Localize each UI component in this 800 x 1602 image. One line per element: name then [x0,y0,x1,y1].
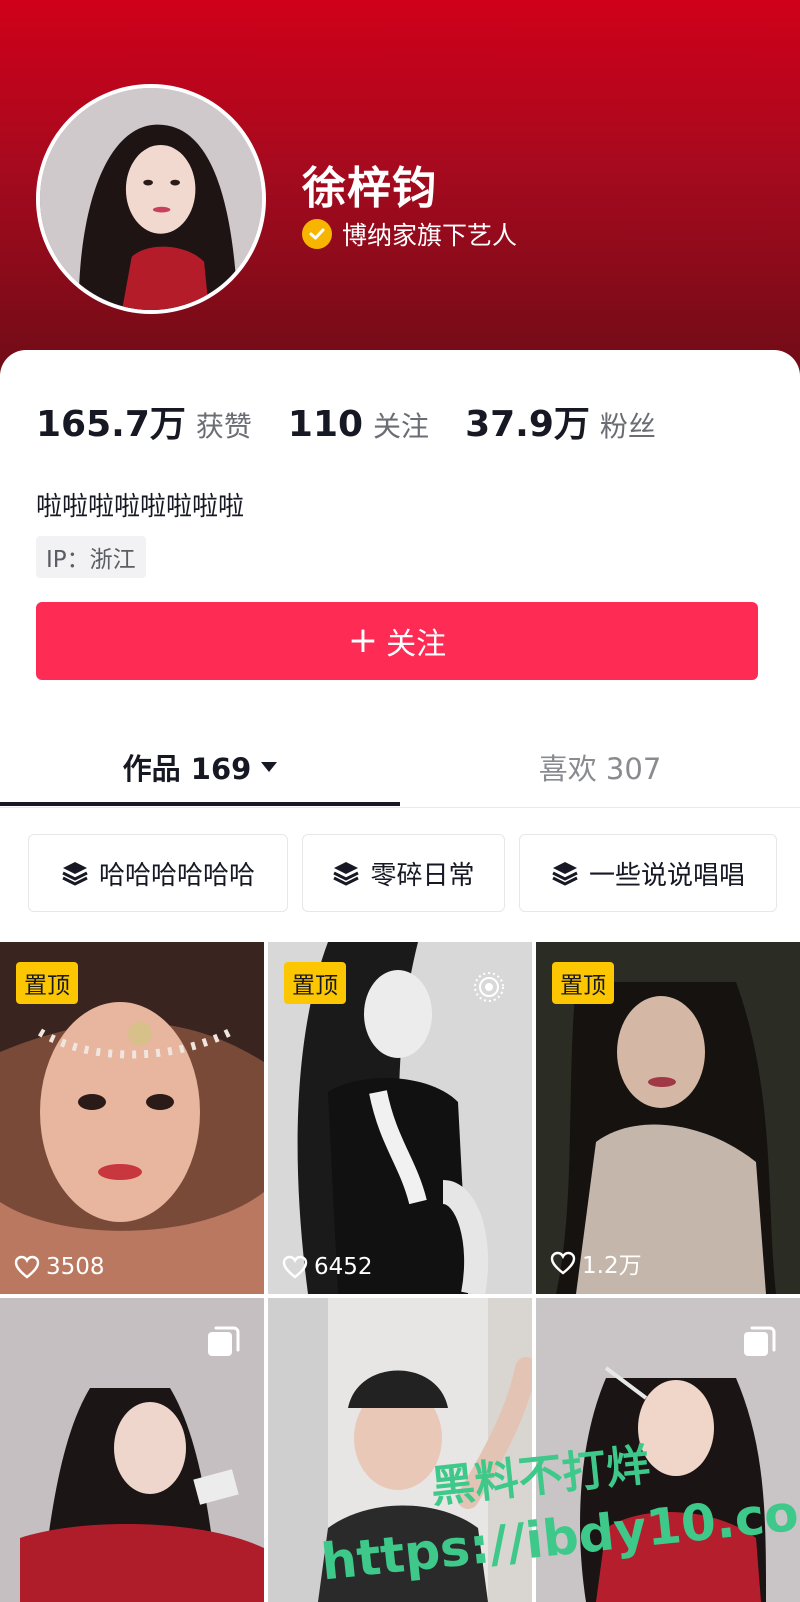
pinned-badge: 置顶 [16,962,78,1004]
tab-likes-label: 喜欢 307 [538,752,662,786]
video-tile[interactable] [0,1298,264,1602]
tab-works-label: 作品 169 [122,752,252,786]
bio-text: 啦啦啦啦啦啦啦啦 [36,492,245,522]
collection-chip[interactable]: 零碎日常 [302,834,505,912]
video-tile[interactable]: 置顶 3508 [0,942,264,1294]
video-tile[interactable]: 置顶 1.2万 [536,942,800,1294]
plus-icon: + [347,620,379,661]
collection-chip[interactable]: 哈哈哈哈哈哈 [28,834,288,912]
caret-down-icon[interactable] [261,762,278,772]
video-likes: 3508 [14,1254,105,1280]
ip-location-tag: IP：浙江 [36,536,146,578]
video-likes: 1.2万 [550,1246,642,1280]
stack-icon [552,862,578,886]
follow-button-label: 关注 [386,627,447,662]
followers-count[interactable]: 37.9万 [465,395,590,447]
tab-likes[interactable]: 喜欢 307 [400,728,800,806]
follow-button[interactable]: + 关注 [36,602,758,680]
verify-row: 博纳家旗下艺人 [302,216,517,252]
pinned-badge: 置顶 [284,962,346,1004]
avatar-image [40,88,262,310]
collections-row: 哈哈哈哈哈哈 零碎日常 一些说说唱唱 [28,834,777,912]
video-likes: 6452 [282,1254,373,1280]
collection-label: 哈哈哈哈哈哈 [98,860,255,891]
avatar[interactable] [36,84,266,314]
watermark: 黑料不打烊 https://ibdy10.com [318,1440,800,1602]
profile-name: 徐梓钧 [302,163,437,214]
multi-image-icon [744,1326,776,1356]
active-tab-indicator [0,802,400,806]
video-likes-count: 6452 [314,1254,373,1280]
verify-text: 博纳家旗下艺人 [342,221,518,250]
collection-chip[interactable]: 一些说说唱唱 [519,834,777,912]
video-likes-count: 3508 [46,1254,105,1280]
collection-label: 一些说说唱唱 [588,860,745,891]
following-label[interactable]: 关注 [373,405,429,445]
heart-icon [550,1251,576,1275]
collection-label: 零碎日常 [370,860,475,891]
multi-image-icon [208,1326,240,1356]
heart-icon [14,1255,40,1279]
stack-icon [62,862,88,886]
verified-check-icon [302,219,332,249]
stack-icon [333,862,360,886]
heart-icon [282,1255,308,1279]
likes-count[interactable]: 165.7万 [36,395,186,447]
stats-row: 165.7万 获赞 110 关注 37.9万 粉丝 [36,395,692,447]
tab-works[interactable]: 作品 169 [0,728,400,806]
followers-label[interactable]: 粉丝 [600,405,656,445]
following-count[interactable]: 110 [288,404,363,445]
live-photo-icon [474,972,504,1002]
video-likes-count: 1.2万 [582,1253,642,1279]
pinned-badge: 置顶 [552,962,614,1004]
content-tabs: 作品 169 喜欢 307 [0,728,800,808]
likes-label[interactable]: 获赞 [196,405,252,445]
video-tile[interactable]: 置顶 6452 [268,942,532,1294]
